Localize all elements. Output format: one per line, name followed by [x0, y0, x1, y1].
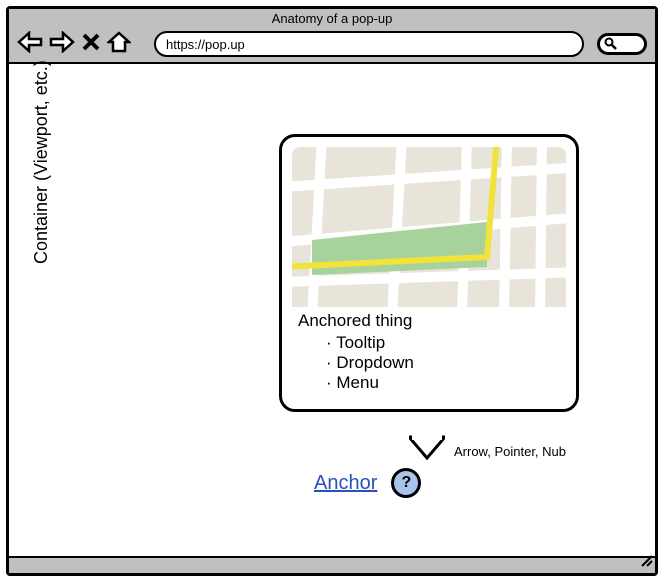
anchor-link[interactable]: Anchor	[314, 472, 377, 495]
search-icon	[604, 37, 618, 51]
back-arrow-icon[interactable]	[17, 31, 43, 53]
popup-heading: Anchored thing	[298, 311, 560, 331]
stop-x-icon[interactable]	[81, 32, 101, 52]
viewport: Container (Viewport, etc.)	[9, 64, 655, 560]
status-bar	[9, 556, 655, 573]
home-icon[interactable]	[107, 31, 131, 53]
help-glyph: ?	[401, 474, 411, 492]
nav-icon-group	[17, 31, 131, 53]
list-item: Menu	[326, 373, 560, 393]
resize-grip-icon[interactable]	[639, 553, 653, 572]
popup-list: Tooltip Dropdown Menu	[298, 333, 560, 393]
anchor-row: Anchor ?	[314, 468, 421, 498]
map-image	[292, 147, 566, 307]
list-item: Dropdown	[326, 353, 560, 373]
help-icon[interactable]: ?	[391, 468, 421, 498]
popup-card: Anchored thing Tooltip Dropdown Menu	[279, 134, 579, 412]
arrow-label: Arrow, Pointer, Nub	[454, 444, 566, 459]
url-bar[interactable]: https://pop.up	[154, 31, 584, 57]
browser-toolbar: Anatomy of a pop-up https://pop.up	[9, 9, 655, 64]
forward-arrow-icon[interactable]	[49, 31, 75, 53]
browser-window: Anatomy of a pop-up https://pop.up Conta…	[6, 6, 658, 576]
container-label: Container (Viewport, etc.)	[31, 60, 52, 264]
popup-arrow-nub-icon	[409, 434, 445, 458]
popup-text: Anchored thing Tooltip Dropdown Menu	[292, 307, 566, 395]
window-title: Anatomy of a pop-up	[272, 11, 393, 26]
search-pill[interactable]	[597, 33, 647, 55]
list-item: Tooltip	[326, 333, 560, 353]
